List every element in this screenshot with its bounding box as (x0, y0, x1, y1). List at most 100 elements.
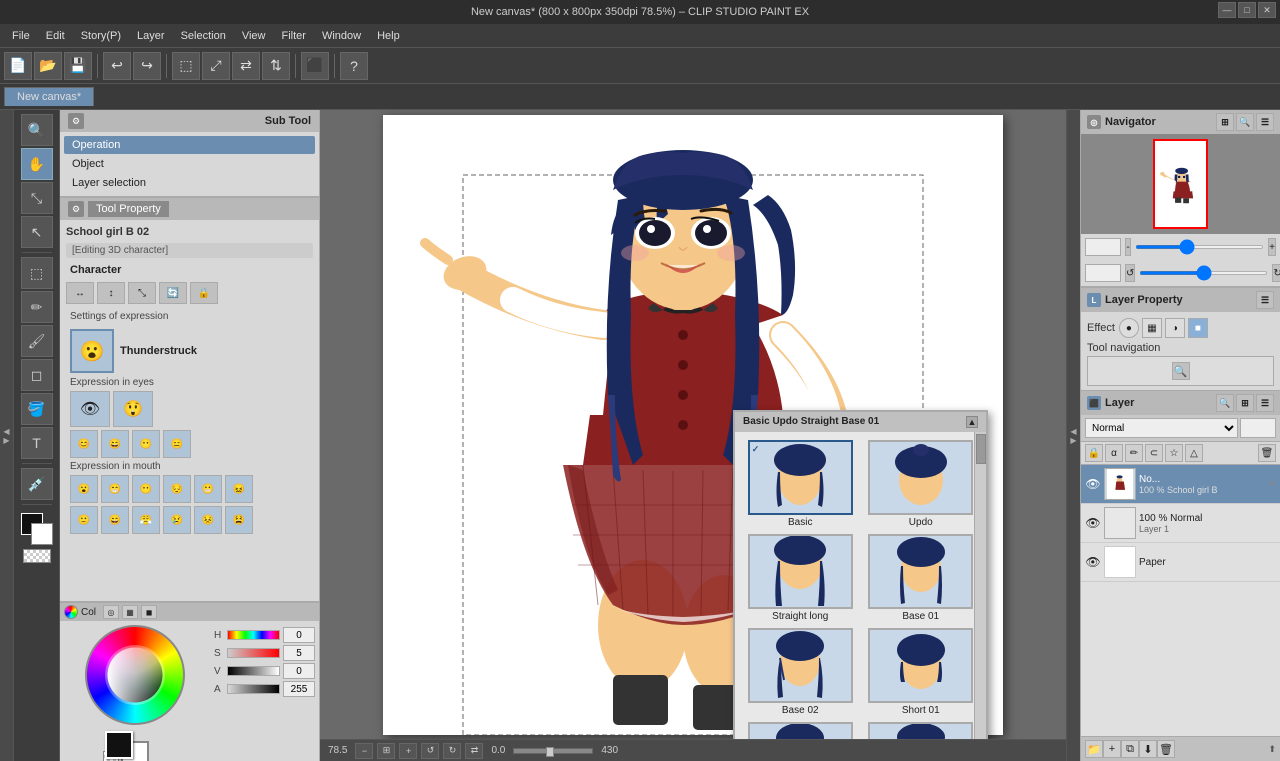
nav-zoom-input[interactable]: 78.5 (1085, 238, 1121, 256)
popup-scroll-up[interactable]: ▲ (966, 416, 978, 428)
eye-expr-2[interactable]: 😲 (113, 391, 153, 427)
val-bar[interactable] (227, 666, 280, 676)
layer-item-1[interactable]: 👁 100 % Normal Layer 1 (1081, 504, 1280, 543)
char-icon-1[interactable]: ↔ (66, 282, 94, 304)
tool-nav-area[interactable]: 🔍 (1087, 356, 1274, 386)
close-button[interactable]: ✕ (1258, 2, 1276, 18)
menu-selection[interactable]: Selection (173, 28, 234, 44)
eye-expr-small-4[interactable]: 😑 (163, 430, 191, 458)
layer-copy-btn[interactable]: ⧉ (1121, 740, 1139, 758)
alpha-input[interactable] (283, 681, 315, 697)
layer-clipping-btn[interactable]: ⊂ (1145, 444, 1163, 462)
transform-tool[interactable]: ⤡ (21, 182, 53, 214)
zoom-fit-btn[interactable]: ⊞ (377, 743, 395, 759)
hair-thumb-shoulder[interactable] (748, 722, 853, 740)
flip-view-btn[interactable]: ⇄ (465, 743, 483, 759)
foreground-swatch[interactable] (105, 731, 133, 759)
effect-grid-icon[interactable]: ▦ (1142, 318, 1162, 338)
char-icon-3[interactable]: ⤡ (128, 282, 156, 304)
hair-thumb-long01[interactable] (868, 722, 973, 740)
sat-bar[interactable] (227, 648, 280, 658)
operation-tool[interactable]: ↖ (21, 216, 53, 248)
canvas-bottom-slider[interactable] (513, 748, 593, 754)
zoom-in-btn[interactable]: + (399, 743, 417, 759)
menu-story[interactable]: Story(P) (73, 28, 129, 44)
nav-rotate-left[interactable]: ↺ (1125, 264, 1135, 282)
flip-v-button[interactable]: ⇅ (262, 52, 290, 80)
transform-button[interactable]: ⤢ (202, 52, 230, 80)
layer-trash-btn[interactable]: 🗑 (1157, 740, 1175, 758)
nav-zoom-btn[interactable]: 🔍 (1236, 113, 1254, 131)
color-mode-3[interactable]: ◼ (141, 605, 157, 619)
nav-menu-btn[interactable]: ☰ (1256, 113, 1274, 131)
opacity-input[interactable]: 100 (1240, 418, 1276, 438)
layer-delete-icon-0[interactable]: ✕ (1268, 479, 1276, 490)
menu-view[interactable]: View (234, 28, 274, 44)
menu-help[interactable]: Help (369, 28, 408, 44)
selection-tool-button[interactable]: ⬚ (172, 52, 200, 80)
hair-item-long01[interactable]: Long 01 (864, 722, 979, 740)
mouth-expr-4[interactable]: 😔 (163, 475, 191, 503)
layer-panel-menu-btn[interactable]: ☰ (1256, 394, 1274, 412)
hair-thumb-straight-long[interactable] (748, 534, 853, 609)
sat-input[interactable] (283, 645, 315, 661)
hair-item-base02[interactable]: Base 02 (743, 628, 858, 716)
mouth-expr-9[interactable]: 😤 (132, 506, 160, 534)
hair-thumb-basic[interactable]: ✓ (748, 440, 853, 515)
background-color-swatch[interactable] (31, 523, 53, 545)
expression-thunderstruck-thumb[interactable]: 😮 (70, 329, 114, 373)
hair-item-straight-long[interactable]: Straight long (743, 534, 858, 622)
redo-button[interactable]: ↪ (133, 52, 161, 80)
pen-tool[interactable]: ✏ (21, 291, 53, 323)
layer-new-layer-btn[interactable]: + (1103, 740, 1121, 758)
nav-rotate-right[interactable]: ↻ (1272, 264, 1280, 282)
rotate-right-btn[interactable]: ↻ (443, 743, 461, 759)
hue-bar[interactable] (227, 630, 280, 640)
mouth-expr-1[interactable]: 😮 (70, 475, 98, 503)
hair-item-updo[interactable]: Updo (864, 440, 979, 528)
char-icon-4[interactable]: 🔄 (159, 282, 187, 304)
text-tool[interactable]: T (21, 427, 53, 459)
mouth-expr-11[interactable]: 😣 (194, 506, 222, 534)
blend-mode-select[interactable]: Normal (1085, 418, 1238, 438)
help-toolbar-button[interactable]: ? (340, 52, 368, 80)
selection-rect-tool[interactable]: ⬚ (21, 257, 53, 289)
color-mode-2[interactable]: ▦ (122, 605, 138, 619)
rotate-left-btn[interactable]: ↺ (421, 743, 439, 759)
effect-circle-icon[interactable]: ● (1119, 318, 1139, 338)
val-input[interactable] (283, 663, 315, 679)
new-file-button[interactable]: 📄 (4, 52, 32, 80)
layer-ref-btn[interactable]: ☆ (1165, 444, 1183, 462)
left-collapse-button[interactable]: ◀▶ (0, 110, 14, 761)
layer-lock-all-btn[interactable]: 🔒 (1085, 444, 1103, 462)
mouth-expr-6[interactable]: 😖 (225, 475, 253, 503)
move-tool[interactable]: ✋ (21, 148, 53, 180)
mouth-expr-5[interactable]: 😬 (194, 475, 222, 503)
brush-tool[interactable]: 🖌 (21, 325, 53, 357)
sub-tool-object[interactable]: Object (64, 155, 315, 173)
layer-lock-draw-btn[interactable]: ✏ (1125, 444, 1143, 462)
sv-picker[interactable] (108, 648, 163, 703)
eraser-tool[interactable]: ◻ (21, 359, 53, 391)
char-icon-5[interactable]: 🔒 (190, 282, 218, 304)
tool-nav-search-icon[interactable]: 🔍 (1172, 362, 1190, 380)
layer-prop-menu-btn[interactable]: ☰ (1256, 291, 1274, 309)
minimize-button[interactable]: — (1218, 2, 1236, 18)
save-file-button[interactable]: 💾 (64, 52, 92, 80)
nav-zoom-slider[interactable] (1135, 245, 1264, 249)
hair-item-short01[interactable]: Short 01 (864, 628, 979, 716)
transparent-color-button[interactable] (23, 549, 51, 563)
zoom-tool[interactable]: 🔍 (21, 114, 53, 146)
mouth-expr-12[interactable]: 😫 (225, 506, 253, 534)
color-wheel[interactable] (85, 625, 185, 725)
eye-expr-1[interactable]: 👁 (70, 391, 110, 427)
menu-window[interactable]: Window (314, 28, 369, 44)
layer-panel-view-btn[interactable]: ⊞ (1236, 394, 1254, 412)
color-wheel-container[interactable] (85, 625, 185, 725)
eye-expr-small-1[interactable]: 😊 (70, 430, 98, 458)
hair-thumb-updo[interactable] (868, 440, 973, 515)
mouth-expr-10[interactable]: 😢 (163, 506, 191, 534)
undo-button[interactable]: ↩ (103, 52, 131, 80)
mouth-expr-7[interactable]: 🙂 (70, 506, 98, 534)
layer-lock-alpha-btn[interactable]: α (1105, 444, 1123, 462)
